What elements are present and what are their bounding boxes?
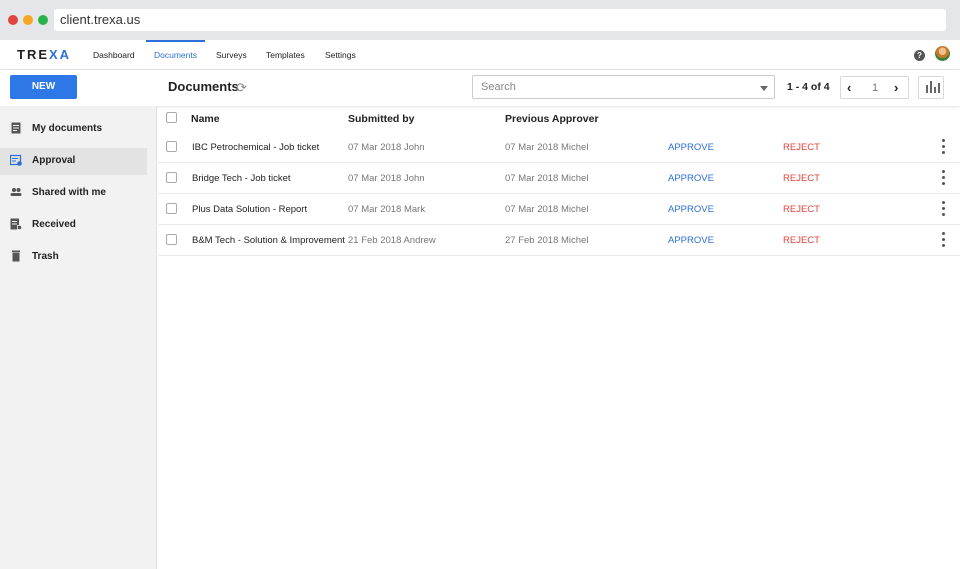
cell-name[interactable]: IBC Petrochemical - Job ticket xyxy=(192,142,319,153)
people-icon xyxy=(10,188,22,196)
logo-accent-text: XA xyxy=(49,47,72,62)
inbox-icon xyxy=(10,218,22,230)
cell-previous-approver: 27 Feb 2018 Michel xyxy=(505,235,589,246)
nav-surveys[interactable]: Surveys xyxy=(216,40,247,70)
page-title: Documents xyxy=(168,79,239,94)
approval-icon xyxy=(10,154,22,166)
minimize-window-button[interactable] xyxy=(23,15,33,25)
nav-settings[interactable]: Settings xyxy=(325,40,356,70)
sidebar-item-shared-with-me[interactable]: Shared with me xyxy=(0,180,147,207)
reject-button[interactable]: REJECT xyxy=(783,173,820,184)
cell-submitted-by: 07 Mar 2018 John xyxy=(348,142,425,153)
sidebar: My documents Approval Shared with me Rec… xyxy=(0,106,157,569)
nav-dashboard[interactable]: Dashboard xyxy=(93,40,135,70)
sidebar-item-my-documents[interactable]: My documents xyxy=(0,116,147,143)
table-row[interactable]: Bridge Tech - Job ticket 07 Mar 2018 Joh… xyxy=(158,163,960,194)
next-page-icon[interactable]: › xyxy=(894,80,898,95)
column-chart-button[interactable] xyxy=(918,76,944,99)
cell-previous-approver: 07 Mar 2018 Michel xyxy=(505,204,589,215)
page-number[interactable]: 1 xyxy=(872,82,878,94)
new-button[interactable]: NEW xyxy=(10,75,77,99)
maximize-window-button[interactable] xyxy=(38,15,48,25)
browser-chrome: client.trexa.us xyxy=(0,0,960,40)
bar-chart-icon xyxy=(926,85,928,93)
prev-page-icon[interactable]: ‹ xyxy=(847,80,851,95)
approve-button[interactable]: APPROVE xyxy=(668,235,714,246)
reject-button[interactable]: REJECT xyxy=(783,235,820,246)
row-checkbox[interactable] xyxy=(166,234,177,245)
nav-templates[interactable]: Templates xyxy=(266,40,305,70)
refresh-icon[interactable]: ⟳ xyxy=(236,80,247,96)
sidebar-item-label: Shared with me xyxy=(32,187,106,198)
reject-button[interactable]: REJECT xyxy=(783,204,820,215)
approve-button[interactable]: APPROVE xyxy=(668,173,714,184)
table-row[interactable]: Plus Data Solution - Report 07 Mar 2018 … xyxy=(158,194,960,225)
pagination-range: 1 - 4 of 4 xyxy=(787,81,830,93)
search-input[interactable]: Search xyxy=(472,75,775,99)
table-row[interactable]: B&M Tech - Solution & Improvement 21 Feb… xyxy=(158,225,960,256)
toolbar: NEW Documents ⟳ Search 1 - 4 of 4 ‹ 1 › xyxy=(0,70,960,106)
cell-submitted-by: 07 Mar 2018 John xyxy=(348,173,425,184)
logo-text: TRE xyxy=(17,47,49,62)
sidebar-item-received[interactable]: Received xyxy=(0,212,147,239)
table-header: Name Submitted by Previous Approver ↓ xyxy=(158,106,960,132)
sidebar-item-label: Received xyxy=(32,219,76,230)
avatar[interactable] xyxy=(935,46,950,61)
sort-arrow-icon[interactable]: ↓ xyxy=(593,113,598,125)
bar-chart-icon-bar xyxy=(934,87,936,93)
header-name[interactable]: Name xyxy=(191,113,220,125)
cell-submitted-by: 21 Feb 2018 Andrew xyxy=(348,235,436,246)
top-nav: TREXA Dashboard Documents Surveys Templa… xyxy=(0,40,960,70)
more-options-icon[interactable] xyxy=(942,170,946,187)
more-options-icon[interactable] xyxy=(942,139,946,156)
cell-name[interactable]: B&M Tech - Solution & Improvement xyxy=(192,235,345,246)
nav-documents[interactable]: Documents xyxy=(146,40,205,70)
search-placeholder: Search xyxy=(481,81,516,93)
header-submitted-by[interactable]: Submitted by xyxy=(348,113,415,125)
cell-previous-approver: 07 Mar 2018 Michel xyxy=(505,142,589,153)
more-options-icon[interactable] xyxy=(942,201,946,218)
bar-chart-icon-bar xyxy=(938,83,940,93)
pagination-control: ‹ 1 › xyxy=(840,76,909,99)
cell-submitted-by: 07 Mar 2018 Mark xyxy=(348,204,426,215)
close-window-button[interactable] xyxy=(8,15,18,25)
dropdown-caret-icon[interactable] xyxy=(760,86,768,91)
cell-name[interactable]: Bridge Tech - Job ticket xyxy=(192,173,291,184)
sidebar-item-label: Trash xyxy=(32,251,59,262)
sidebar-item-approval[interactable]: Approval xyxy=(0,148,147,175)
bar-chart-icon-bar xyxy=(930,81,932,93)
reject-button[interactable]: REJECT xyxy=(783,142,820,153)
header-previous-approver[interactable]: Previous Approver xyxy=(505,113,599,125)
url-bar[interactable]: client.trexa.us xyxy=(54,9,946,31)
help-icon[interactable]: ? xyxy=(914,50,925,61)
sidebar-item-trash[interactable]: Trash xyxy=(0,244,147,271)
row-checkbox[interactable] xyxy=(166,203,177,214)
trexa-logo[interactable]: TREXA xyxy=(17,47,71,62)
cell-name[interactable]: Plus Data Solution - Report xyxy=(192,204,307,215)
sidebar-item-label: My documents xyxy=(32,123,103,134)
more-options-icon[interactable] xyxy=(942,232,946,249)
document-icon xyxy=(11,122,21,134)
cell-previous-approver: 07 Mar 2018 Michel xyxy=(505,173,589,184)
sidebar-item-label: Approval xyxy=(32,155,76,166)
trash-icon xyxy=(12,250,20,262)
table-row[interactable]: IBC Petrochemical - Job ticket 07 Mar 20… xyxy=(158,132,960,163)
row-checkbox[interactable] xyxy=(166,172,177,183)
approve-button[interactable]: APPROVE xyxy=(668,142,714,153)
approve-button[interactable]: APPROVE xyxy=(668,204,714,215)
select-all-checkbox[interactable] xyxy=(166,112,177,123)
row-checkbox[interactable] xyxy=(166,141,177,152)
